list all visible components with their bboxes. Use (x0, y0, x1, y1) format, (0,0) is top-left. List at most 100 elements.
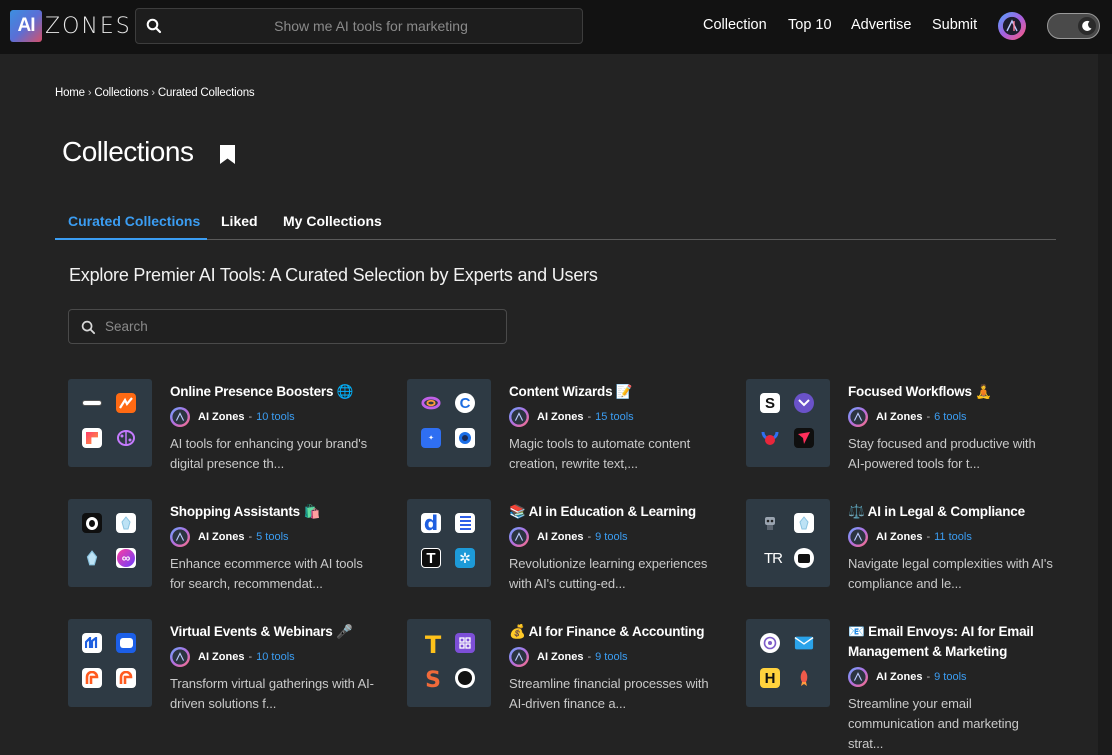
nav-advertise[interactable]: Advertise (851, 17, 911, 33)
collection-title[interactable]: Content Wizards 📝 (509, 382, 737, 402)
robot-icon (760, 513, 780, 533)
breadcrumb-home[interactable]: Home (55, 87, 85, 99)
collection-title[interactable]: 📚 AI in Education & Learning (509, 502, 737, 522)
collection-search-box[interactable] (68, 309, 507, 344)
nav-top-10[interactable]: Top 10 (788, 17, 832, 33)
collection-search-input[interactable] (105, 310, 500, 343)
collection-card-ai-in-education[interactable]: d T ✲ 📚 AI in Education & Learning AI Zo… (407, 499, 737, 619)
tab-liked[interactable]: Liked (221, 213, 258, 229)
top-navigation-bar: AI ZONES Collection Top 10 Advertise Sub… (0, 0, 1112, 54)
tool-logo-icon: TR (764, 549, 783, 567)
logo-badge: AI (10, 10, 42, 42)
collection-card-email-envoys[interactable]: H 📧 Email Envoys: AI for Email Managemen… (746, 619, 1076, 751)
infinity-icon: ∞ (116, 548, 136, 568)
collection-meta: AI Zones -5 tools (170, 527, 289, 547)
collection-title[interactable]: Virtual Events & Webinars 🎤 (170, 622, 398, 642)
collection-title[interactable]: Shopping Assistants 🛍️ (170, 502, 398, 522)
tool-logo-icon (794, 513, 814, 533)
collection-description: Enhance ecommerce with AI tools for sear… (170, 556, 363, 591)
collection-card-virtual-events[interactable]: Virtual Events & Webinars 🎤 AI Zones -10 … (68, 619, 398, 739)
author-name[interactable]: AI Zones (876, 531, 922, 543)
user-avatar[interactable] (998, 12, 1026, 40)
tool-logo-icon: ✲ (455, 548, 475, 568)
tool-logo-icon (82, 548, 102, 568)
collection-card-ai-in-legal[interactable]: TR ⚖️ AI in Legal & Compliance AI Zones -… (746, 499, 1076, 619)
collection-card-ai-for-finance[interactable]: T S 💰 AI for Finance & Accounting AI Zon… (407, 619, 737, 739)
global-search-box[interactable] (135, 8, 583, 44)
collection-title[interactable]: Focused Workflows 🧘 (848, 382, 1076, 402)
breadcrumb: Home › Collections › Curated Collections (55, 87, 255, 99)
tool-count: 9 tools (595, 531, 628, 543)
collection-thumbnail[interactable] (68, 619, 152, 707)
theme-toggle[interactable] (1047, 13, 1100, 39)
tool-logo-icon (82, 633, 102, 653)
grid-icon (455, 633, 475, 653)
collection-meta: AI Zones -11 tools (848, 527, 972, 547)
tool-logo-icon: T (421, 548, 441, 568)
moon-icon (1078, 17, 1096, 35)
tool-logo-icon (794, 428, 814, 448)
author-avatar[interactable] (170, 527, 190, 547)
collection-thumbnail[interactable] (68, 379, 152, 467)
nav-submit[interactable]: Submit (932, 17, 977, 33)
global-search-input[interactable] (166, 9, 576, 43)
breadcrumb-collections[interactable]: Collections (94, 87, 148, 99)
tool-logo-icon (82, 393, 102, 413)
collection-thumbnail[interactable]: H (746, 619, 830, 707)
tool-logo-icon (116, 668, 136, 688)
chevron-right-icon: › (151, 87, 155, 99)
collection-description: Streamline financial processes with AI-d… (509, 676, 709, 711)
author-name[interactable]: AI Zones (537, 531, 583, 543)
collection-description: Transform virtual gatherings with AI-dri… (170, 676, 374, 711)
collection-meta: AI Zones -10 tools (170, 647, 295, 667)
author-avatar[interactable] (509, 527, 529, 547)
author-name[interactable]: AI Zones (198, 531, 244, 543)
collection-card-online-presence-boosters[interactable]: Online Presence Boosters 🌐 AI Zones -10 t… (68, 379, 398, 499)
author-name[interactable]: AI Zones (876, 411, 922, 423)
avatar-logo-icon (1006, 19, 1018, 32)
author-avatar[interactable] (848, 667, 868, 687)
author-avatar[interactable] (170, 647, 190, 667)
author-name[interactable]: AI Zones (198, 411, 244, 423)
collection-card-focused-workflows[interactable]: S Focused Workflows 🧘 AI Zones -6 tools S… (746, 379, 1076, 499)
collection-card-shopping-assistants[interactable]: ∞ Shopping Assistants 🛍️ AI Zones -5 tool… (68, 499, 398, 619)
collection-thumbnail[interactable]: TR (746, 499, 830, 587)
tool-logo-icon (116, 393, 136, 413)
collection-title[interactable]: 💰 AI for Finance & Accounting (509, 622, 737, 642)
section-subtitle: Explore Premier AI Tools: A Curated Sele… (69, 265, 598, 285)
tab-my-collections[interactable]: My Collections (283, 213, 382, 229)
collection-thumbnail[interactable]: T S (407, 619, 491, 707)
collection-thumbnail[interactable]: ∞ (68, 499, 152, 587)
author-avatar[interactable] (848, 407, 868, 427)
collection-meta: AI Zones -9 tools (509, 647, 628, 667)
logo-wordmark: ZONES (45, 13, 132, 39)
breadcrumb-current: Curated Collections (157, 87, 255, 99)
tool-logo-icon: S (425, 668, 441, 692)
nav-collection[interactable]: Collection (703, 17, 767, 33)
author-avatar[interactable] (170, 407, 190, 427)
author-avatar[interactable] (848, 527, 868, 547)
author-avatar[interactable] (509, 647, 529, 667)
author-name[interactable]: AI Zones (198, 651, 244, 663)
collection-thumbnail[interactable]: C ✦ (407, 379, 491, 467)
author-name[interactable]: AI Zones (876, 671, 922, 683)
collection-description: Stay focused and productive with AI-powe… (848, 436, 1036, 471)
collection-title[interactable]: Online Presence Boosters 🌐 (170, 382, 398, 402)
author-name[interactable]: AI Zones (537, 651, 583, 663)
collection-thumbnail[interactable]: S (746, 379, 830, 467)
author-avatar[interactable] (509, 407, 529, 427)
collection-title[interactable]: 📧 Email Envoys: AI for Email Management … (848, 622, 1076, 662)
collection-card-content-wizards[interactable]: C ✦ Content Wizards 📝 AI Zones -15 tools … (407, 379, 737, 499)
site-logo[interactable]: AI ZONES (10, 9, 132, 43)
page-title: Collections (62, 136, 194, 167)
collection-title[interactable]: ⚖️ AI in Legal & Compliance (848, 502, 1076, 522)
tool-count: 10 tools (256, 651, 295, 663)
mail-icon (794, 633, 814, 653)
tab-curated-collections[interactable]: Curated Collections (68, 213, 200, 229)
tool-logo-icon (116, 513, 136, 533)
collection-thumbnail[interactable]: d T ✲ (407, 499, 491, 587)
page-scrollbar[interactable] (1098, 54, 1112, 755)
author-name[interactable]: AI Zones (537, 411, 583, 423)
tool-logo-icon (760, 428, 780, 448)
tool-logo-icon (455, 513, 475, 533)
